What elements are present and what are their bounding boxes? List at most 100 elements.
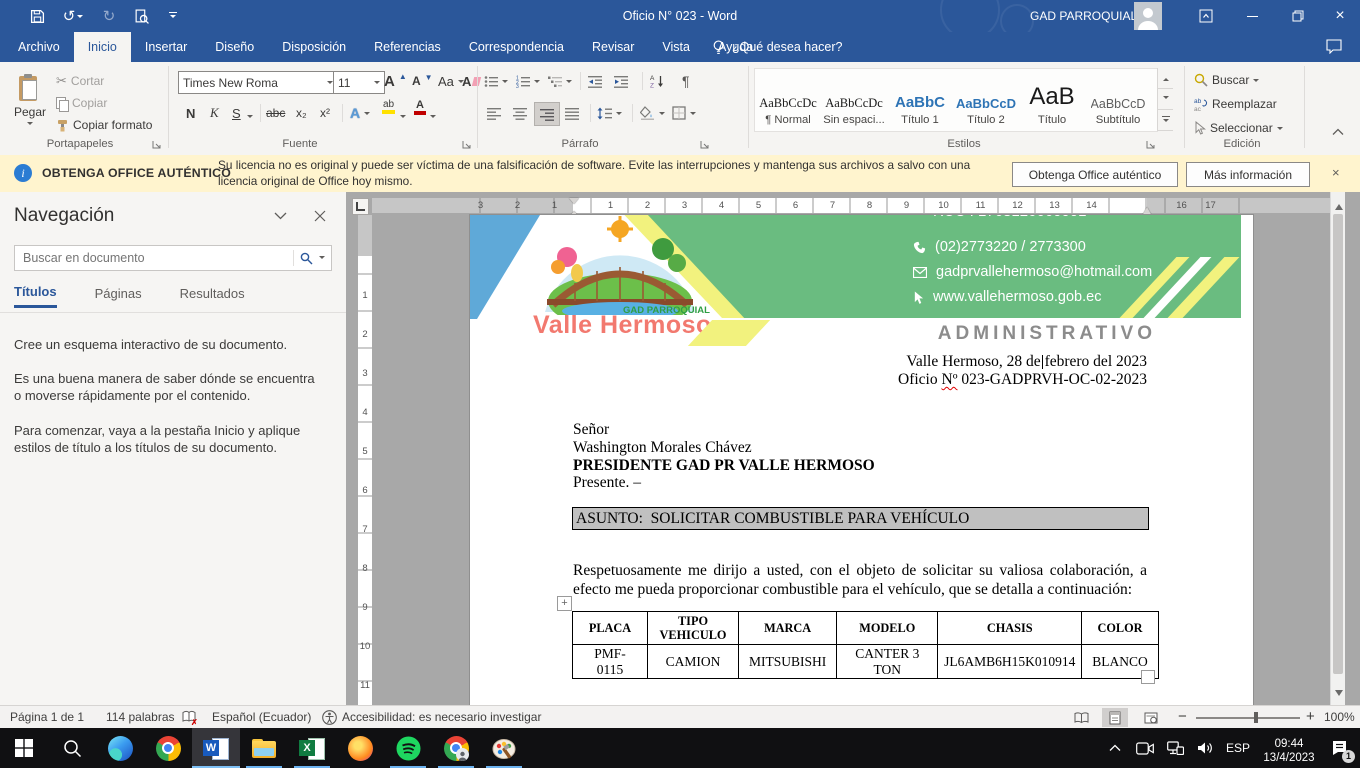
ribbon-tab[interactable]: Diseño: [201, 32, 268, 62]
save-icon[interactable]: [24, 3, 50, 29]
ribbon-tab[interactable]: Correspondencia: [455, 32, 578, 62]
more-info-button[interactable]: Más información: [1186, 162, 1310, 187]
clock[interactable]: 09:44 13/4/2023: [1256, 731, 1322, 765]
document-page[interactable]: RUC : 1768126660001 (02)2773220 / 277330…: [470, 215, 1253, 705]
vertical-scrollbar[interactable]: [1330, 192, 1345, 705]
zoom-in-button[interactable]: +: [1306, 706, 1315, 728]
zoom-slider-track[interactable]: [1196, 717, 1300, 719]
font-family-select[interactable]: Times New Roma: [178, 71, 338, 94]
underline-button[interactable]: S: [232, 102, 241, 124]
bold-button[interactable]: N: [186, 102, 195, 124]
table-move-handle[interactable]: +: [557, 596, 572, 611]
scroll-down-arrow[interactable]: [1335, 690, 1343, 700]
taskbar-search-button[interactable]: [48, 728, 96, 768]
search-options-chevron-icon[interactable]: [319, 249, 331, 267]
align-left-button[interactable]: [482, 102, 506, 124]
taskbar-edge-button[interactable]: [96, 728, 144, 768]
vertical-ruler[interactable]: 1234567891011: [358, 215, 372, 705]
styles-more-icon[interactable]: [1157, 110, 1173, 131]
ribbon-tab[interactable]: Disposición: [268, 32, 360, 62]
taskbar-spotify-button[interactable]: [384, 728, 432, 768]
italic-button[interactable]: K: [210, 102, 219, 124]
tab-stop-selector[interactable]: [352, 198, 369, 215]
ribbon-tab[interactable]: Referencias: [360, 32, 455, 62]
web-layout-view-button[interactable]: [1138, 708, 1164, 727]
pane-options-chevron-icon[interactable]: [274, 212, 287, 220]
tray-hidden-icons-chevron[interactable]: [1100, 728, 1130, 768]
underline-dropdown[interactable]: [247, 110, 253, 124]
table-resize-handle[interactable]: [1141, 670, 1155, 684]
undo-icon[interactable]: ↺: [56, 3, 90, 29]
minimize-button[interactable]: [1232, 0, 1272, 32]
zoom-slider-thumb[interactable]: [1254, 712, 1258, 723]
style-item[interactable]: AaBbC Título 1: [887, 70, 953, 130]
customize-quick-access-icon[interactable]: [160, 3, 186, 29]
font-color-dropdown[interactable]: [430, 110, 436, 124]
account-name[interactable]: GAD PARROQUIAL: [1030, 0, 1137, 32]
taskbar-paint-button[interactable]: [480, 728, 528, 768]
taskbar-word-button[interactable]: W: [192, 728, 240, 768]
table-cell[interactable]: PMF-0115: [573, 645, 648, 679]
zoom-out-button[interactable]: −: [1178, 706, 1187, 728]
ribbon-tab[interactable]: Insertar: [131, 32, 201, 62]
action-center-icon[interactable]: 1: [1322, 728, 1356, 768]
subscript-button[interactable]: x₂: [296, 102, 307, 124]
navigation-tab[interactable]: Títulos: [14, 284, 57, 308]
multilevel-list-button[interactable]: [548, 70, 572, 92]
paste-button[interactable]: Pegar: [6, 68, 54, 134]
font-color-button[interactable]: A: [414, 100, 426, 122]
volume-icon[interactable]: [1190, 728, 1220, 768]
strikethrough-button[interactable]: abc: [266, 102, 285, 124]
styles-scroll-down-icon[interactable]: [1157, 89, 1173, 110]
accessibility-status[interactable]: Accesibilidad: es necesario investigar: [342, 706, 541, 728]
styles-dialog-launcher[interactable]: [1146, 140, 1156, 150]
scroll-up-arrow[interactable]: [1335, 200, 1343, 210]
table-cell[interactable]: CAMION: [648, 645, 739, 679]
taskbar-firefox-button[interactable]: [336, 728, 384, 768]
show-paragraph-marks-button[interactable]: ¶: [682, 70, 690, 92]
horizontal-ruler[interactable]: 321 1234567891011121314 1617: [372, 198, 1330, 213]
clipboard-dialog-launcher[interactable]: [152, 140, 162, 150]
highlight-color-button[interactable]: ab: [382, 100, 395, 122]
style-item[interactable]: AaBbCcDc ¶ Normal: [755, 70, 821, 130]
justify-button[interactable]: [560, 102, 584, 124]
style-item[interactable]: AaBbCcD Título 2: [953, 70, 1019, 130]
close-button[interactable]: ×: [1320, 0, 1360, 32]
style-item[interactable]: AaBbCcDc Sin espaci...: [821, 70, 887, 130]
redo-icon[interactable]: ↻: [96, 3, 122, 29]
table-header-cell[interactable]: MARCA: [739, 612, 837, 645]
table-header-cell[interactable]: CHASIS: [938, 612, 1082, 645]
restore-button[interactable]: [1278, 0, 1318, 32]
taskbar-file-explorer-button[interactable]: [240, 728, 288, 768]
sort-button[interactable]: AZ: [650, 70, 665, 92]
right-indent-marker[interactable]: [1142, 202, 1152, 216]
replace-button[interactable]: abac Reemplazar: [1194, 93, 1277, 115]
shrink-font-button[interactable]: A▼: [412, 70, 433, 92]
table-header-cell[interactable]: TIPO VEHICULO: [648, 612, 739, 645]
tell-me-box[interactable]: ¿Qué desea hacer?: [732, 40, 843, 54]
dismiss-warning-icon[interactable]: ×: [1332, 165, 1340, 180]
table-cell[interactable]: MITSUBISHI: [739, 645, 837, 679]
borders-button[interactable]: [672, 102, 696, 124]
print-preview-icon[interactable]: [128, 3, 154, 29]
font-size-select[interactable]: 11: [333, 71, 385, 94]
proofing-status-icon[interactable]: ✗: [182, 710, 198, 725]
style-item[interactable]: AaB Título: [1019, 70, 1085, 130]
table-cell[interactable]: JL6AMB6H15K010914: [938, 645, 1082, 679]
taskbar-start-button[interactable]: [0, 728, 48, 768]
text-effects-button[interactable]: A: [350, 102, 370, 124]
cut-button[interactable]: ✂Cortar: [56, 70, 104, 92]
taskbar-chrome-button[interactable]: [144, 728, 192, 768]
navigation-tab[interactable]: Resultados: [180, 286, 245, 307]
table-cell[interactable]: CANTER 3 TON: [837, 645, 938, 679]
taskbar-excel-button[interactable]: X: [288, 728, 336, 768]
collapse-ribbon-icon[interactable]: [1332, 128, 1344, 136]
highlight-dropdown[interactable]: [400, 110, 406, 124]
superscript-button[interactable]: x²: [320, 102, 330, 124]
scrollbar-thumb[interactable]: [1333, 214, 1343, 674]
close-pane-icon[interactable]: [314, 210, 326, 222]
table-header-cell[interactable]: COLOR: [1082, 612, 1159, 645]
language-status[interactable]: Español (Ecuador): [212, 706, 311, 728]
search-icon[interactable]: [294, 252, 319, 265]
style-item[interactable]: AaBbCcD Subtítulo: [1085, 70, 1151, 130]
